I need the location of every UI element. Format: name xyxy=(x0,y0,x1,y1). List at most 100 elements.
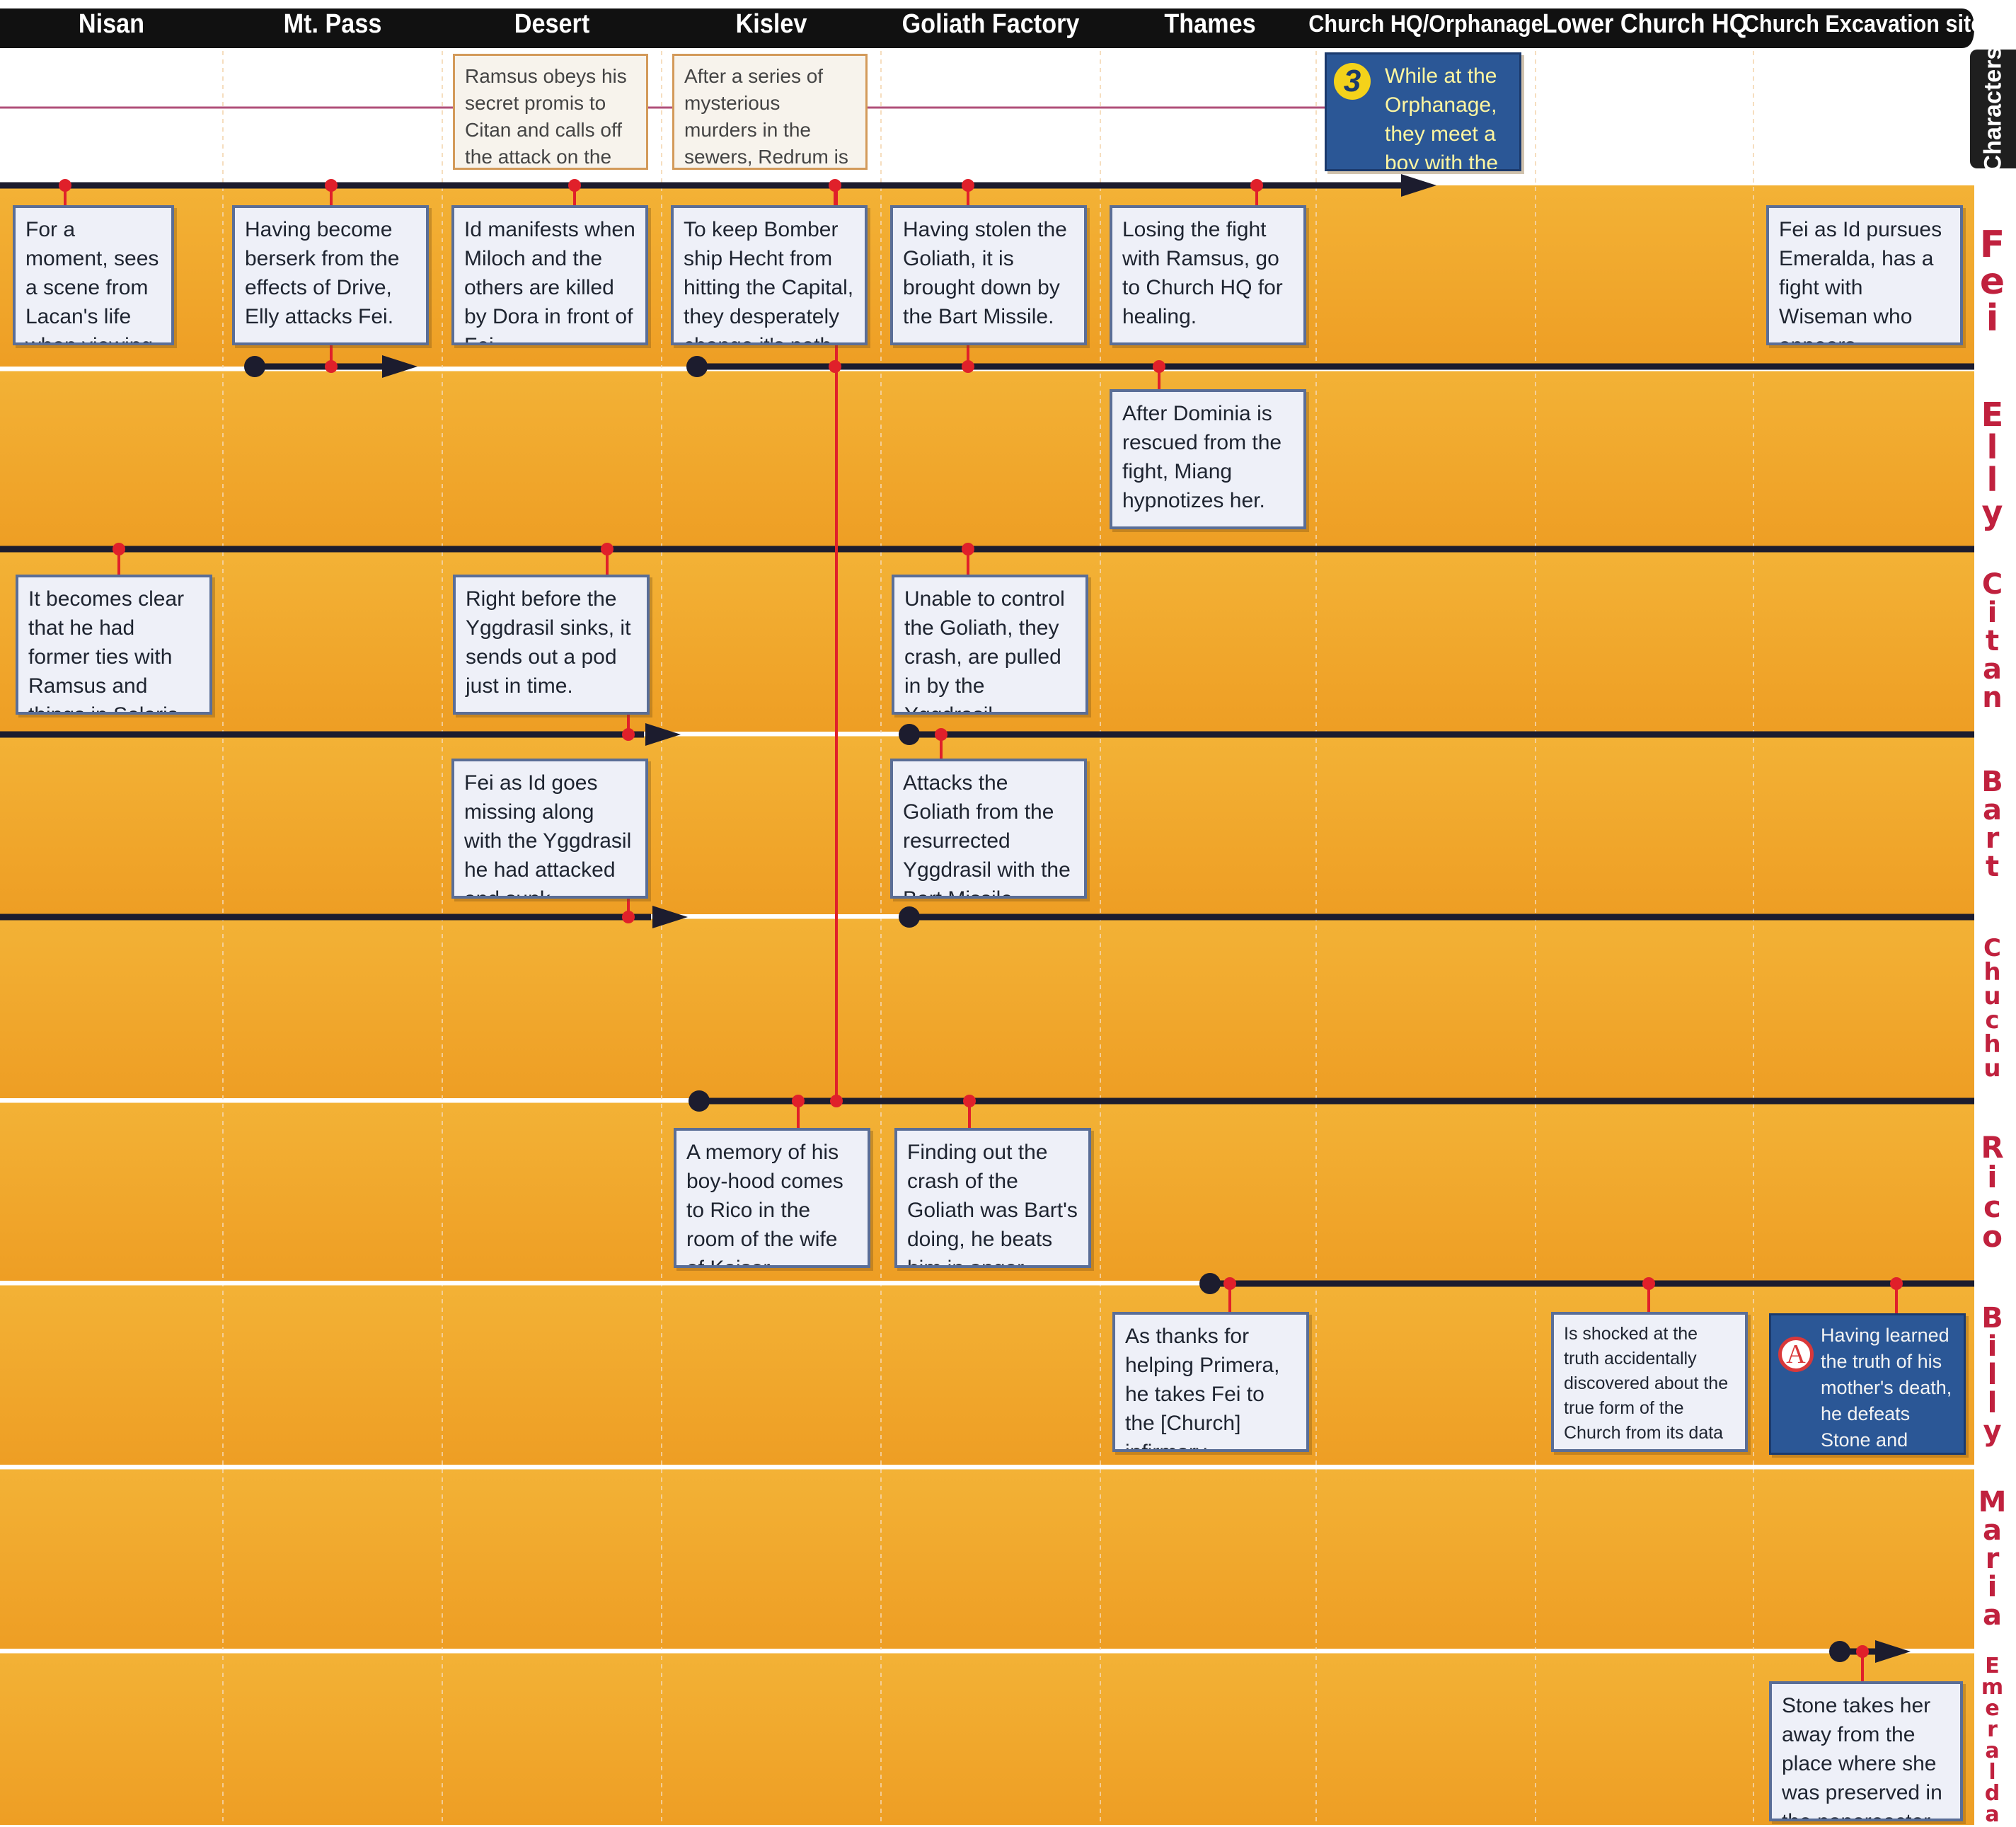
event-box-desert-top: Ramsus obeys his secret promis to Citan … xyxy=(453,54,648,170)
character-letter: l xyxy=(1987,1387,1998,1419)
marker-elly-thames xyxy=(1153,360,1165,373)
event-box-citan-nisan: It becomes clear that he had former ties… xyxy=(16,575,212,715)
character-letter: a xyxy=(1983,1514,2002,1547)
marker-rico-link xyxy=(830,1095,843,1107)
band-maria xyxy=(0,1468,1974,1649)
character-letter: u xyxy=(1983,982,2001,1010)
character-letter: E xyxy=(1985,1653,2000,1678)
marker-fei-mtpass xyxy=(325,179,338,192)
marker-chuchu-desert xyxy=(622,911,635,923)
marker-elly-kislev xyxy=(829,360,841,373)
timeline-bart-start xyxy=(899,724,920,745)
character-letter: y xyxy=(1983,1415,2002,1448)
character-letter: t xyxy=(1985,625,2000,657)
marker-bart-desert xyxy=(622,728,635,741)
marker-billy-excavation xyxy=(1890,1277,1903,1290)
event-box-fei-mtpass: Having become berserk from the effects o… xyxy=(232,205,429,345)
marker-fei-kislev xyxy=(829,179,841,192)
character-letter: i xyxy=(1986,297,1999,340)
character-letter: e xyxy=(1979,260,2005,303)
location-desert: Desert xyxy=(514,8,590,39)
character-letter: r xyxy=(1985,1543,2000,1575)
character-letter: d xyxy=(1984,1780,2000,1806)
character-letter: M xyxy=(1978,1486,2007,1518)
character-letter: o xyxy=(1982,1219,2003,1254)
event-box-fei-kislev: To keep Bomber ship Hecht from hitting t… xyxy=(671,205,868,345)
character-label-rico: Rico xyxy=(1969,1104,2016,1281)
event-box-rico-kislev: A memory of his boy-hood comes to Rico i… xyxy=(674,1128,870,1268)
marker-fei-nisan xyxy=(59,179,71,192)
marker-citan-desert xyxy=(601,543,614,555)
timeline-rico-start xyxy=(689,1090,710,1112)
event-box-elly-thames: After Dominia is rescued from the fight,… xyxy=(1110,389,1306,529)
character-letter: l xyxy=(1988,1759,1996,1785)
character-letter: r xyxy=(1987,1717,1998,1742)
marker-fei-thames xyxy=(1250,179,1263,192)
character-letter: l xyxy=(1986,461,1998,499)
character-label-bart: Bart xyxy=(1969,736,2016,913)
character-letter: h xyxy=(1983,1030,2001,1059)
marker-elly-goliath xyxy=(962,360,974,373)
marker-fei-goliath xyxy=(962,179,974,192)
character-letter: F xyxy=(1979,224,2005,266)
character-letter: r xyxy=(1985,822,2000,855)
character-letter: a xyxy=(1985,1738,2000,1763)
character-letter: c xyxy=(1983,1189,2001,1224)
character-letter: u xyxy=(1983,1054,2001,1083)
character-letter: E xyxy=(1981,396,2004,434)
marker-bart-goliath xyxy=(935,728,947,741)
scenario-badge: A xyxy=(1778,1337,1814,1372)
event-box-billy-lower: Is shocked at the truth accidentally dis… xyxy=(1551,1312,1748,1452)
timeline-elly-start-a xyxy=(244,356,265,377)
location-church-excavation-site: Church Excavation site xyxy=(1743,10,1983,38)
location-kislev: Kislev xyxy=(735,8,807,39)
marker-rico-kislev xyxy=(792,1095,805,1107)
marker-elly-mtpass xyxy=(325,360,338,373)
location-thames: Thames xyxy=(1164,8,1256,39)
event-box-church-hq-top: 3 While at the Orphanage, they meet a bo… xyxy=(1325,52,1521,171)
character-label-emeralda: Emeralda xyxy=(1969,1653,2016,1827)
timeline-billy-start xyxy=(1199,1273,1221,1294)
character-letter: i xyxy=(1987,1160,1998,1194)
character-letter: n xyxy=(1982,681,2003,714)
timeline-emeralda-start xyxy=(1829,1641,1850,1662)
event-box-emeralda-excavation: Stone takes her away from the place wher… xyxy=(1769,1681,1963,1821)
character-letter: C xyxy=(1983,934,2001,962)
character-label-citan: Citan xyxy=(1969,555,2016,727)
event-box-fei-goliath: Having stolen the Goliath, it is brought… xyxy=(890,205,1087,345)
character-letter: t xyxy=(1985,851,2000,883)
character-letter: a xyxy=(1985,1802,2000,1827)
event-box-fei-nisan: For a moment, sees a scene from Lacan's … xyxy=(13,205,174,345)
band-chuchu xyxy=(0,917,1974,1098)
location-goliath-factory: Goliath Factory xyxy=(902,8,1080,39)
event-box-fei-desert: Id manifests when Miloch and the others … xyxy=(451,205,648,345)
location-mt-pass: Mt. Pass xyxy=(283,8,382,39)
character-letter: i xyxy=(1987,596,1998,629)
character-letter: l xyxy=(1986,428,1998,466)
chapter-badge: 3 xyxy=(1334,63,1371,100)
event-box-bart-desert: Fei as Id goes missing along with the Yg… xyxy=(451,759,648,899)
event-box-kislev-top: After a series of mysterious murders in … xyxy=(672,54,868,170)
character-letter: a xyxy=(1983,653,2002,686)
character-letter: c xyxy=(1985,1006,2000,1034)
event-box-citan-desert: Right before the Yggdrasil sinks, it sen… xyxy=(453,575,650,715)
band-emeralda xyxy=(0,1652,1974,1825)
timeline-chuchu-start xyxy=(899,906,920,928)
character-label-billy: Billy xyxy=(1969,1286,2016,1463)
character-letter: R xyxy=(1981,1130,2004,1165)
marker-fei-desert xyxy=(568,179,581,192)
event-box-fei-excavation: Fei as Id pursues Emeralda, has a fight … xyxy=(1766,205,1963,345)
character-label-maria: Maria xyxy=(1969,1470,2016,1647)
character-letter: e xyxy=(1985,1695,2000,1721)
character-letter: l xyxy=(1987,1359,1998,1391)
event-box-bart-goliath: Attacks the Goliath from the resurrected… xyxy=(890,759,1087,899)
marker-emeralda-excavation xyxy=(1856,1645,1869,1658)
character-letter: i xyxy=(1987,1330,1998,1363)
character-bands xyxy=(0,185,1974,1825)
character-letter: h xyxy=(1983,958,2001,986)
character-letter: a xyxy=(1983,1599,2002,1632)
character-letter: m xyxy=(1981,1674,2004,1700)
timeline-elly-start-b xyxy=(686,356,708,377)
event-box-rico-goliath: Finding out the crash of the Goliath was… xyxy=(894,1128,1091,1268)
event-box-fei-thames: Losing the fight with Ramsus, go to Chur… xyxy=(1110,205,1306,345)
